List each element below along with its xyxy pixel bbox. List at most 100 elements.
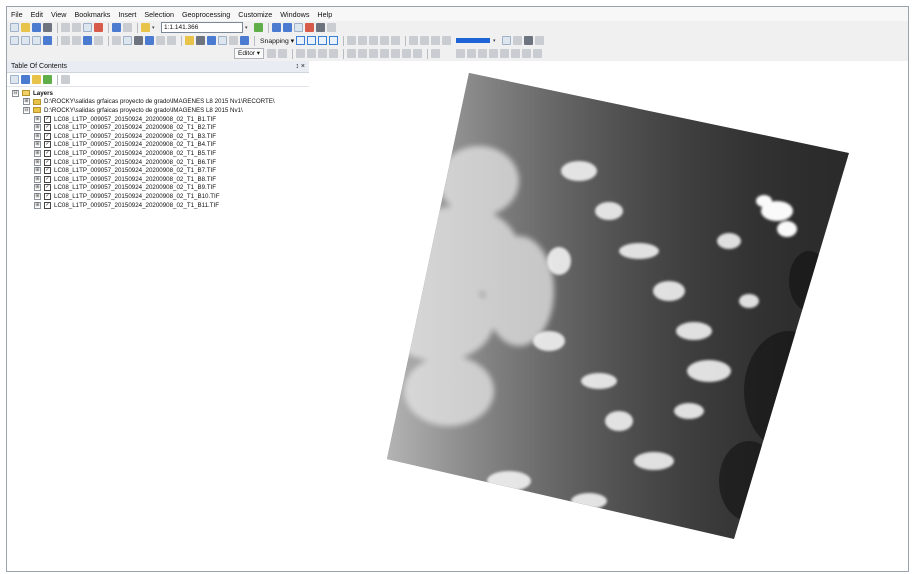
tree-row-layer[interactable]: ⊞ ✓ LC08_L1TP_009057_20150924_20200908_0… — [7, 115, 309, 124]
find-route-icon[interactable] — [207, 36, 216, 45]
menu-bookmarks[interactable]: Bookmarks — [74, 10, 110, 19]
point-icon[interactable] — [329, 49, 339, 58]
georeferencing-icon[interactable] — [522, 49, 532, 58]
menu-geoprocessing[interactable]: Geoprocessing — [182, 10, 230, 19]
edge-snapping-icon[interactable] — [329, 36, 339, 45]
visibility-checkbox[interactable]: ✓ — [44, 132, 51, 140]
delete-icon[interactable] — [94, 23, 103, 32]
rotate-icon[interactable] — [391, 49, 401, 58]
trace-icon[interactable] — [318, 49, 328, 58]
cut-icon[interactable] — [61, 23, 70, 32]
create-features-icon[interactable] — [431, 49, 441, 58]
forward-extent-icon[interactable] — [94, 36, 103, 45]
expand-icon[interactable]: ⊞ — [34, 141, 41, 149]
expand-icon[interactable]: ⊞ — [34, 149, 41, 157]
visibility-checkbox[interactable]: ✓ — [44, 149, 51, 157]
visibility-checkbox[interactable]: ✓ — [44, 158, 51, 166]
reshape-icon[interactable] — [358, 49, 368, 58]
expand-icon[interactable]: ⊞ — [23, 98, 30, 106]
editor-toolbar-icon[interactable] — [254, 23, 263, 32]
map-scale-input[interactable]: 1:1.141.366 — [161, 22, 243, 33]
visibility-checkbox[interactable]: ✓ — [44, 124, 51, 132]
expand-icon[interactable]: ⊞ — [34, 124, 41, 132]
copy-icon[interactable] — [72, 23, 81, 32]
print-icon[interactable] — [43, 23, 52, 32]
expand-icon[interactable]: ⊞ — [34, 201, 41, 209]
map-view[interactable] — [309, 61, 908, 571]
clear-selection-icon[interactable] — [123, 36, 132, 45]
layout-tool-icon[interactable] — [431, 36, 441, 45]
menu-view[interactable]: View — [51, 10, 66, 19]
zoom-out-icon[interactable] — [21, 36, 30, 45]
fixed-zoom-out-icon[interactable] — [72, 36, 81, 45]
straight-segment-icon[interactable] — [296, 49, 306, 58]
hyperlink-icon[interactable] — [156, 36, 165, 45]
expand-icon[interactable]: ⊞ — [34, 115, 41, 123]
add-data-dropdown-icon[interactable]: ▾ — [152, 23, 158, 32]
search-window-icon[interactable] — [294, 23, 303, 32]
snapping-menu[interactable]: Snapping ▾ — [260, 37, 294, 45]
vertex-snapping-icon[interactable] — [318, 36, 328, 45]
list-by-visibility-icon[interactable] — [32, 75, 41, 84]
full-extent-icon[interactable] — [43, 36, 52, 45]
save-icon[interactable] — [32, 23, 41, 32]
menu-selection[interactable]: Selection — [144, 10, 174, 19]
georeferencing-icon[interactable] — [489, 49, 499, 58]
tree-row-layer[interactable]: ⊞ ✓ LC08_L1TP_009057_20150924_20200908_0… — [7, 175, 309, 184]
scale-dropdown-icon[interactable]: ▾ — [245, 23, 251, 32]
tree-row-group[interactable]: ⊟ D:\ROCKY\salidas grfaicas proyecto de … — [7, 106, 309, 115]
create-viewer-icon[interactable] — [240, 36, 249, 45]
tree-row-layer[interactable]: ⊞ ✓ LC08_L1TP_009057_20150924_20200908_0… — [7, 149, 309, 158]
layout-tool-icon[interactable] — [409, 36, 419, 45]
identify-icon[interactable] — [145, 36, 154, 45]
time-slider-icon[interactable] — [229, 36, 238, 45]
edit-annotation-icon[interactable] — [278, 49, 288, 58]
visibility-checkbox[interactable]: ✓ — [44, 184, 51, 192]
georeferencing-icon[interactable] — [456, 49, 466, 58]
list-by-selection-icon[interactable] — [43, 75, 52, 84]
georef-tool-icon[interactable] — [358, 36, 368, 45]
list-by-source-icon[interactable] — [21, 75, 30, 84]
attributes-icon[interactable] — [402, 49, 412, 58]
catalog-window-icon[interactable] — [283, 23, 292, 32]
visibility-checkbox[interactable]: ✓ — [44, 175, 51, 183]
georef-tool-icon[interactable] — [347, 36, 357, 45]
color-selector-icon[interactable] — [456, 38, 491, 43]
toc-options-icon[interactable] — [61, 75, 70, 84]
go-to-xy-icon[interactable] — [218, 36, 227, 45]
tree-row-layer[interactable]: ⊞ ✓ LC08_L1TP_009057_20150924_20200908_0… — [7, 184, 309, 193]
menu-edit[interactable]: Edit — [31, 10, 43, 19]
visibility-checkbox[interactable]: ✓ — [44, 115, 51, 123]
zoom-in-icon[interactable] — [10, 36, 19, 45]
expand-icon[interactable]: ⊞ — [34, 192, 41, 200]
expand-icon[interactable]: ⊞ — [34, 132, 41, 140]
back-extent-icon[interactable] — [83, 36, 92, 45]
menu-insert[interactable]: Insert — [118, 10, 136, 19]
point-snapping-icon[interactable] — [296, 36, 306, 45]
georef-tool-icon[interactable] — [380, 36, 390, 45]
tree-row-layer[interactable]: ⊞ ✓ LC08_L1TP_009057_20150924_20200908_0… — [7, 166, 309, 175]
sketch-properties-icon[interactable] — [413, 49, 423, 58]
end-snapping-icon[interactable] — [307, 36, 317, 45]
menu-windows[interactable]: Windows — [280, 10, 309, 19]
split-icon[interactable] — [380, 49, 390, 58]
style-tool-icon[interactable] — [524, 36, 534, 45]
georef-tool-icon[interactable] — [369, 36, 379, 45]
tree-row-layer[interactable]: ⊞ ✓ LC08_L1TP_009057_20150924_20200908_0… — [7, 192, 309, 201]
tree-row-group[interactable]: ⊞ D:\ROCKY\salidas grfaicas proyecto de … — [7, 98, 309, 107]
toc-pin-close-icon[interactable]: ↕ × — [295, 63, 305, 70]
visibility-checkbox[interactable]: ✓ — [44, 192, 51, 200]
georeferencing-icon[interactable] — [467, 49, 477, 58]
expand-icon[interactable]: ⊞ — [34, 158, 41, 166]
edit-vertices-icon[interactable] — [347, 49, 357, 58]
tree-row-layer[interactable]: ⊞ ✓ LC08_L1TP_009057_20150924_20200908_0… — [7, 132, 309, 141]
menu-file[interactable]: File — [11, 10, 23, 19]
model-builder-icon[interactable] — [327, 23, 336, 32]
style-tool-icon[interactable] — [502, 36, 512, 45]
expand-icon[interactable]: ⊞ — [34, 175, 41, 183]
menu-help[interactable]: Help — [317, 10, 332, 19]
expand-icon[interactable]: ⊞ — [34, 167, 41, 175]
expand-icon[interactable]: ⊞ — [34, 184, 41, 192]
edit-tool-icon[interactable] — [267, 49, 277, 58]
menu-customize[interactable]: Customize — [238, 10, 272, 19]
